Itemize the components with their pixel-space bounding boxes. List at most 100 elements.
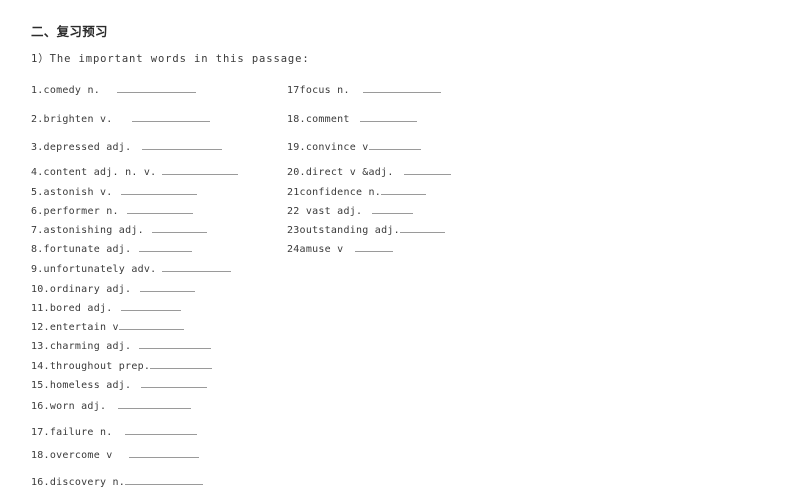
entry-word: amuse v [299, 244, 344, 255]
entry-answer-blank[interactable] [128, 447, 199, 458]
entry-answer-blank[interactable] [139, 338, 212, 349]
entry-word: vast adj. [299, 206, 363, 217]
entry-answer-blank[interactable] [355, 241, 394, 252]
entry-answer-blank[interactable] [372, 203, 414, 214]
entry-number: 5. [31, 187, 44, 198]
entry-answer-blank[interactable] [151, 222, 207, 233]
entry-answer-blank[interactable] [118, 398, 192, 409]
entry-word: performer n. [43, 206, 119, 217]
entry-word: discovery n. [49, 477, 126, 488]
vocabulary-entry: 18. comment [287, 111, 417, 125]
entry-number: 17. [31, 427, 50, 438]
entry-answer-blank[interactable] [116, 82, 196, 93]
vocabulary-entry: 10. ordinary adj. [31, 281, 196, 295]
entry-number: 20. [287, 167, 306, 178]
entry-answer-blank[interactable] [126, 203, 193, 214]
entry-number: 8. [31, 244, 44, 255]
entry-word: astonish v. [43, 187, 113, 198]
entry-answer-blank[interactable] [142, 139, 223, 150]
entry-number: 12. [31, 322, 50, 333]
entry-number: 10. [31, 284, 50, 295]
vocabulary-entry: 18. overcome v [31, 447, 199, 461]
entry-number: 15. [31, 380, 50, 391]
vocabulary-entry: 8. fortunate adj. [31, 241, 193, 255]
entry-number: 11. [31, 303, 50, 314]
entry-number: 21 [287, 187, 300, 198]
entry-number: 13. [31, 341, 50, 352]
entry-word: failure n. [49, 427, 113, 438]
subsection-intro: 1）The important words in this passage: [31, 53, 310, 65]
vocabulary-entry: 23 outstanding adj. [287, 222, 445, 236]
entry-word: brighten v. [43, 114, 113, 125]
entry-number: 17 [287, 85, 300, 96]
entry-answer-blank[interactable] [120, 184, 197, 195]
vocabulary-entry: 15. homeless adj. [31, 377, 208, 391]
vocabulary-entry: 22 vast adj. [287, 203, 414, 217]
entry-word: content adj. n. v. [43, 167, 157, 178]
entry-answer-blank[interactable] [125, 474, 204, 485]
entry-number: 4. [31, 167, 44, 178]
entry-word: ordinary adj. [49, 284, 132, 295]
entry-answer-blank[interactable] [141, 377, 208, 388]
entry-answer-blank[interactable] [399, 222, 445, 233]
entry-word: comedy n. [43, 85, 100, 96]
vocabulary-entry: 11. bored adj. [31, 300, 181, 314]
entry-answer-blank[interactable] [139, 241, 193, 252]
document-page: 二、复习预习 1）The important words in this pas… [0, 0, 800, 500]
section-heading: 二、复习预习 [31, 24, 108, 39]
entry-number: 2. [31, 114, 44, 125]
entry-answer-blank[interactable] [368, 139, 421, 150]
entry-answer-blank[interactable] [120, 300, 181, 311]
vocabulary-entry: 16. worn adj. [31, 398, 192, 412]
entry-word: focus n. [299, 85, 350, 96]
entry-word: overcome v [49, 450, 113, 461]
entry-number: 16. [31, 477, 50, 488]
vocabulary-entry: 20. direct v &adj. [287, 164, 451, 178]
entry-number: 6. [31, 206, 44, 217]
entry-number: 23 [287, 225, 300, 236]
entry-answer-blank[interactable] [118, 319, 184, 330]
entry-word: throughout prep. [49, 361, 151, 372]
vocabulary-entry: 4. content adj. n. v. [31, 164, 239, 178]
vocabulary-entry: 13. charming adj. [31, 338, 212, 352]
entry-number: 18. [31, 450, 50, 461]
entry-number: 3. [31, 142, 44, 153]
entry-answer-blank[interactable] [359, 111, 417, 122]
entry-answer-blank[interactable] [362, 82, 441, 93]
entry-word: bored adj. [49, 303, 113, 314]
entry-answer-blank[interactable] [162, 164, 239, 175]
vocabulary-entry: 5. astonish v. [31, 184, 197, 198]
entry-number: 7. [31, 225, 44, 236]
entry-number: 16. [31, 401, 50, 412]
entry-word: charming adj. [49, 341, 132, 352]
vocabulary-entry: 21 confidence n. [287, 184, 427, 198]
entry-word: worn adj. [49, 401, 107, 412]
entry-answer-blank[interactable] [150, 358, 213, 369]
vocabulary-entry: 1. comedy n. [31, 82, 196, 96]
vocabulary-entry: 2. brighten v. [31, 111, 210, 125]
entry-answer-blank[interactable] [140, 281, 196, 292]
entry-word: unfortunately adv. [43, 264, 157, 275]
entry-word: entertain v [49, 322, 119, 333]
entry-answer-blank[interactable] [131, 111, 210, 122]
entry-word: comment [305, 114, 350, 125]
vocabulary-entry: 3. depressed adj. [31, 139, 223, 153]
entry-answer-blank[interactable] [124, 424, 197, 435]
entry-number: 19. [287, 142, 306, 153]
entry-word: astonishing adj. [43, 225, 144, 236]
entry-word: convince v [305, 142, 369, 153]
vocabulary-entry: 17 focus n. [287, 82, 441, 96]
entry-word: outstanding adj. [299, 225, 400, 236]
vocabulary-entry: 19. convince v [287, 139, 421, 153]
entry-answer-blank[interactable] [381, 184, 427, 195]
entry-word: homeless adj. [49, 380, 132, 391]
entry-number: 9. [31, 264, 44, 275]
vocabulary-entry: 12. entertain v [31, 319, 184, 333]
entry-number: 1. [31, 85, 44, 96]
entry-number: 14. [31, 361, 50, 372]
entry-word: direct v &adj. [305, 167, 394, 178]
vocabulary-entry: 14. throughout prep. [31, 358, 213, 372]
entry-answer-blank[interactable] [403, 164, 451, 175]
vocabulary-entry: 16. discovery n. [31, 474, 204, 488]
entry-answer-blank[interactable] [162, 261, 232, 272]
